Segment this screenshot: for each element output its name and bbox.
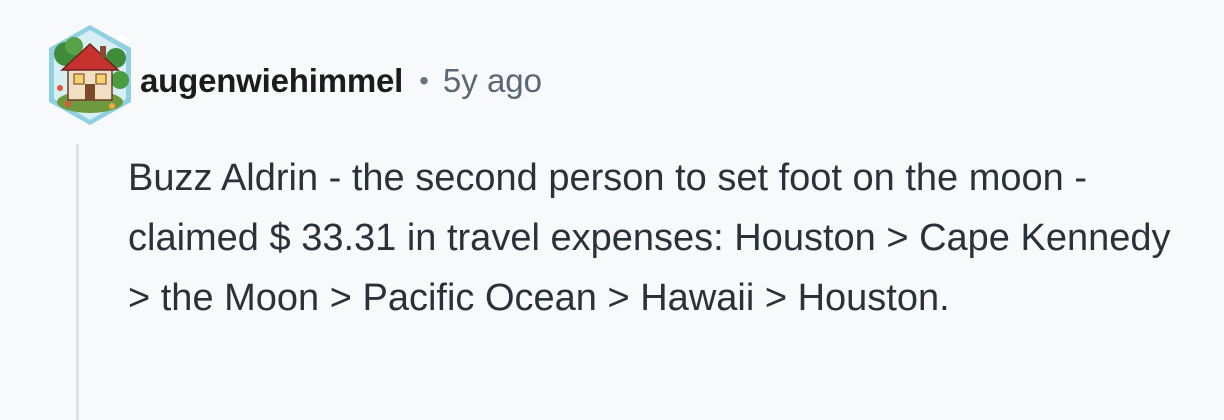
user-avatar[interactable] bbox=[46, 22, 134, 128]
comment-timestamp[interactable]: 5y ago bbox=[443, 62, 542, 100]
thread-line[interactable] bbox=[76, 144, 79, 420]
comment-meta: augenwiehimmel • 5y ago bbox=[140, 58, 542, 104]
comment: augenwiehimmel • 5y ago Buzz Aldrin - th… bbox=[0, 0, 1224, 420]
meta-separator: • bbox=[419, 65, 429, 96]
username-link[interactable]: augenwiehimmel bbox=[140, 62, 403, 100]
comment-body: Buzz Aldrin - the second person to set f… bbox=[128, 157, 1171, 319]
house-avatar-icon bbox=[49, 25, 131, 125]
